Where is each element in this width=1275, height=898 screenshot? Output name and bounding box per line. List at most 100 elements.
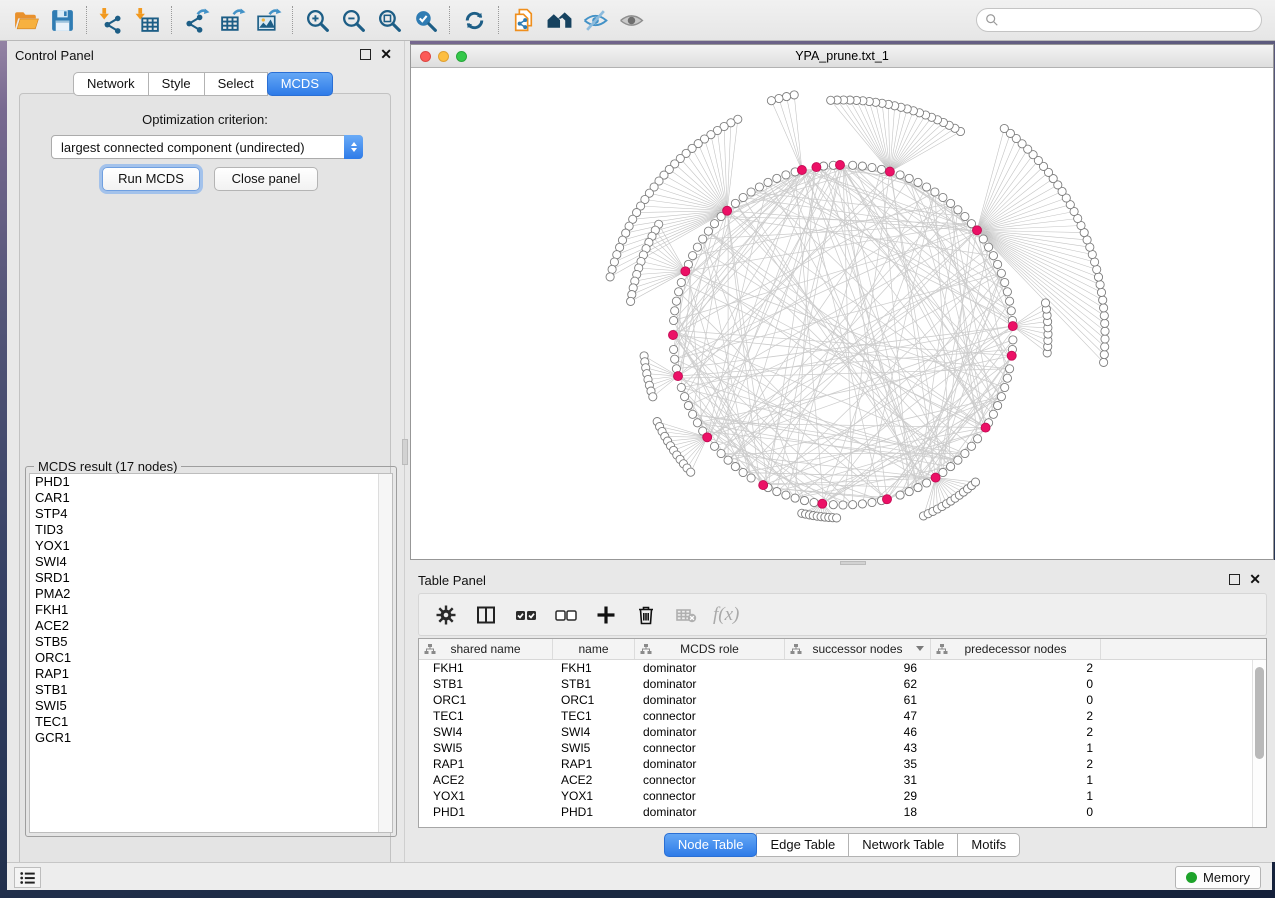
graph-node[interactable] — [606, 273, 614, 281]
mcds-hub-node[interactable] — [681, 267, 690, 276]
column-layout-button[interactable] — [471, 600, 501, 630]
mcds-list-item[interactable]: PHD1 — [30, 474, 392, 490]
graph-node[interactable] — [671, 355, 679, 363]
graph-node[interactable] — [974, 435, 982, 443]
graph-node[interactable] — [989, 252, 997, 260]
graph-node[interactable] — [1003, 288, 1011, 296]
graph-node[interactable] — [608, 265, 616, 273]
graph-node[interactable] — [896, 491, 904, 499]
mcds-hub-node[interactable] — [883, 495, 892, 504]
graph-node[interactable] — [827, 96, 835, 104]
graph-node[interactable] — [994, 402, 1002, 410]
graph-node[interactable] — [747, 188, 755, 196]
graph-node[interactable] — [773, 488, 781, 496]
table-row[interactable]: SWI5SWI5connector431 — [419, 740, 1252, 756]
mcds-list-item[interactable]: FKH1 — [30, 602, 392, 618]
graph-node[interactable] — [923, 479, 931, 487]
column-header-successor-nodes[interactable]: successor nodes — [785, 639, 931, 659]
graph-node[interactable] — [947, 463, 955, 471]
mcds-list-item[interactable]: STB5 — [30, 634, 392, 650]
close-panel-button[interactable]: Close panel — [214, 167, 318, 191]
graph-node[interactable] — [689, 252, 697, 260]
graph-node[interactable] — [1096, 281, 1104, 289]
zoom-in-button[interactable] — [299, 4, 335, 36]
graph-node[interactable] — [775, 94, 783, 102]
table-row[interactable]: ORC1ORC1dominator610 — [419, 692, 1252, 708]
deselect-all-columns-button[interactable] — [551, 600, 581, 630]
zoom-selected-button[interactable] — [407, 4, 443, 36]
graph-node[interactable] — [914, 178, 922, 186]
graph-node[interactable] — [971, 478, 979, 486]
graph-node[interactable] — [649, 393, 657, 401]
tab-node-table[interactable]: Node Table — [664, 833, 758, 857]
graph-node[interactable] — [704, 227, 712, 235]
graph-node[interactable] — [693, 243, 701, 251]
close-panel-icon[interactable]: ✕ — [1249, 574, 1261, 585]
graph-node[interactable] — [829, 501, 837, 509]
graph-node[interactable] — [670, 345, 678, 353]
graph-node[interactable] — [627, 297, 635, 305]
run-mcds-button[interactable]: Run MCDS — [102, 167, 200, 191]
graph-node[interactable] — [947, 199, 955, 207]
table-row[interactable]: SWI4SWI4dominator462 — [419, 724, 1252, 740]
graph-node[interactable] — [764, 178, 772, 186]
select-all-columns-button[interactable] — [511, 600, 541, 630]
graph-node[interactable] — [717, 449, 725, 457]
graph-node[interactable] — [985, 243, 993, 251]
mcds-hub-node[interactable] — [1007, 351, 1016, 360]
graph-node[interactable] — [1091, 258, 1099, 266]
mcds-hub-node[interactable] — [723, 206, 732, 215]
graph-node[interactable] — [1093, 265, 1101, 273]
graph-node[interactable] — [849, 161, 857, 169]
table-scrollbar[interactable] — [1252, 660, 1266, 827]
graph-node[interactable] — [1100, 358, 1108, 366]
graph-node[interactable] — [833, 514, 841, 522]
graph-node[interactable] — [989, 410, 997, 418]
graph-node[interactable] — [1009, 336, 1017, 344]
column-header-predecessor-nodes[interactable]: predecessor nodes — [931, 639, 1101, 659]
mcds-list-item[interactable]: ACE2 — [30, 618, 392, 634]
table-row[interactable]: RAP1RAP1dominator352 — [419, 756, 1252, 772]
graph-node[interactable] — [1101, 327, 1109, 335]
export-image-button[interactable] — [250, 4, 286, 36]
graph-node[interactable] — [839, 501, 847, 509]
zoom-fit-button[interactable] — [371, 4, 407, 36]
graph-node[interactable] — [747, 474, 755, 482]
graph-node[interactable] — [1097, 288, 1105, 296]
mcds-hub-node[interactable] — [836, 161, 845, 170]
graph-node[interactable] — [731, 199, 739, 207]
graph-node[interactable] — [994, 260, 1002, 268]
table-row[interactable]: FKH1FKH1dominator962 — [419, 660, 1252, 676]
graph-node[interactable] — [868, 498, 876, 506]
graph-node[interactable] — [1100, 312, 1108, 320]
mcds-hub-node[interactable] — [981, 423, 990, 432]
graph-node[interactable] — [896, 171, 904, 179]
mcds-list-item[interactable]: YOX1 — [30, 538, 392, 554]
graph-node[interactable] — [677, 383, 685, 391]
graph-node[interactable] — [671, 307, 679, 315]
graph-node[interactable] — [791, 494, 799, 502]
mcds-hub-node[interactable] — [674, 372, 683, 381]
graph-node[interactable] — [939, 193, 947, 201]
graph-node[interactable] — [877, 165, 885, 173]
export-table-button[interactable] — [214, 4, 250, 36]
graph-node[interactable] — [739, 193, 747, 201]
graph-node[interactable] — [1007, 307, 1015, 315]
graph-node[interactable] — [689, 410, 697, 418]
graph-node[interactable] — [710, 220, 718, 228]
column-header-name[interactable]: name — [553, 639, 635, 659]
tab-mcds[interactable]: MCDS — [267, 72, 333, 96]
column-header-mcds-role[interactable]: MCDS role — [635, 639, 785, 659]
graph-node[interactable] — [739, 468, 747, 476]
graph-node[interactable] — [849, 501, 857, 509]
graph-node[interactable] — [939, 468, 947, 476]
graph-node[interactable] — [1006, 365, 1014, 373]
mcds-list-item[interactable]: SWI4 — [30, 554, 392, 570]
graph-node[interactable] — [782, 93, 790, 101]
graph-node[interactable] — [782, 491, 790, 499]
mcds-hub-node[interactable] — [885, 167, 894, 176]
graph-node[interactable] — [967, 442, 975, 450]
mcds-hub-node[interactable] — [759, 481, 768, 490]
graph-node[interactable] — [755, 183, 763, 191]
tab-motifs[interactable]: Motifs — [957, 833, 1020, 857]
